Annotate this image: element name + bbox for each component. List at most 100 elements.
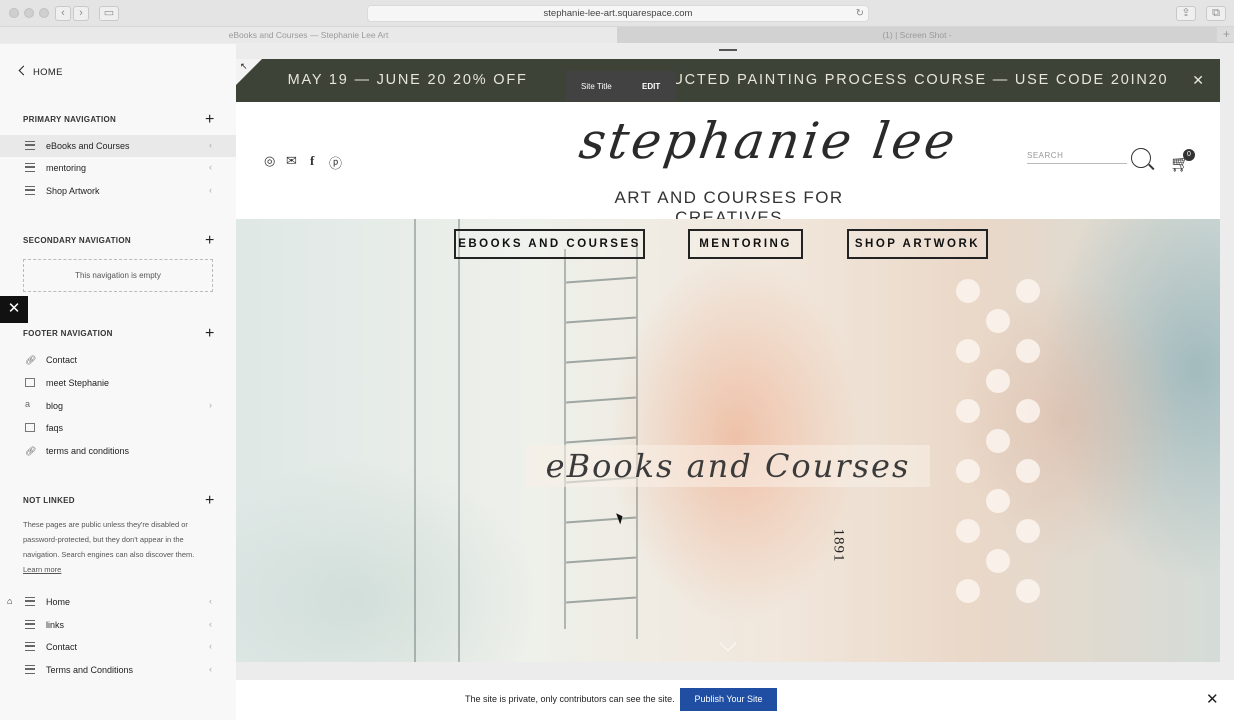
instagram-icon[interactable]: ◎ [264, 153, 275, 169]
private-site-bar: The site is private, only contributors c… [236, 680, 1234, 720]
zoom-window-button[interactable] [39, 8, 49, 18]
texture-line [566, 596, 636, 604]
close-window-button[interactable] [9, 8, 19, 18]
page-icon [25, 620, 35, 629]
nav-shop-artwork-button[interactable]: SHOP ARTWORK [847, 229, 988, 259]
link-icon: 🔗︎ [25, 355, 37, 365]
sidebar-item-contact-link[interactable]: 🔗︎ Contact [0, 349, 236, 371]
sidebar-item-label: blog [46, 401, 64, 411]
secondary-navigation-title: SECONDARY NAVIGATION [23, 236, 131, 245]
search-input[interactable]: SEARCH [1027, 151, 1127, 164]
tab-bar: eBooks and Courses — Stephanie Lee Art (… [0, 27, 1234, 43]
chevron-left-icon[interactable]: ‹ [209, 619, 212, 629]
chevron-right-icon[interactable]: › [209, 400, 212, 410]
texture-line [636, 239, 638, 639]
sidebar-item-links[interactable]: links ‹ [0, 614, 236, 636]
minimize-window-button[interactable] [24, 8, 34, 18]
hero-title-text: eBooks and Courses [525, 445, 931, 487]
preview-drag-handle[interactable] [719, 49, 737, 51]
sidebar-item-label: eBooks and Courses [46, 141, 130, 151]
chevron-left-icon[interactable]: ‹ [209, 641, 212, 651]
email-icon[interactable]: ✉ [286, 153, 297, 169]
texture-dot [1016, 339, 1040, 363]
tab-ebooks[interactable]: eBooks and Courses — Stephanie Lee Art [0, 27, 617, 43]
texture-dot [956, 279, 980, 303]
sidebar-item-label: Contact [46, 642, 78, 652]
site-title-label: Site Title [581, 82, 612, 91]
site-title-tooltip: Site Title EDIT [566, 71, 676, 101]
close-panel-button[interactable]: ✕ [0, 296, 28, 323]
chevron-left-icon[interactable]: ‹ [209, 162, 212, 172]
site-logo-script[interactable]: stephanie lee [576, 112, 961, 170]
sidebar-item-terms-and-conditions[interactable]: Terms and Conditions ‹ [0, 659, 236, 681]
sidebar-item-contact[interactable]: Contact ‹ [0, 636, 236, 658]
add-footer-page-icon[interactable]: + [205, 326, 214, 342]
address-bar[interactable]: stephanie-lee-art.squarespace.com ↻ [367, 5, 869, 22]
pinterest-icon[interactable]: ⓟ [329, 153, 342, 172]
page-icon [25, 597, 35, 606]
add-secondary-page-icon[interactable]: + [205, 233, 214, 249]
publish-site-button[interactable]: Publish Your Site [680, 688, 777, 711]
nav-mentoring-button[interactable]: MENTORING [688, 229, 803, 259]
reload-icon[interactable]: ↻ [856, 6, 864, 21]
texture-dot [1016, 399, 1040, 423]
sidebar-toggle-icon[interactable]: ▭ [99, 6, 119, 21]
back-icon[interactable]: ‹ [55, 6, 71, 21]
texture-line [566, 516, 636, 524]
chevron-left-icon[interactable]: ‹ [209, 664, 212, 674]
not-linked-description-text: These pages are public unless they're di… [23, 520, 195, 559]
chevron-left-icon[interactable]: ‹ [209, 140, 212, 150]
hero-banner: EBOOKS AND COURSES MENTORING SHOP ARTWOR… [236, 219, 1220, 662]
chevron-down-icon[interactable] [719, 634, 737, 652]
layout-page-icon [25, 378, 35, 387]
announcement-text-start: MAY 19 — JUNE 20 20% OFF [287, 72, 528, 88]
announcement-bar[interactable]: MAY 19 — JUNE 20 20% OFF NSTRUCTED PAINTI… [236, 59, 1220, 102]
sidebar-item-ebooks-and-courses[interactable]: eBooks and Courses ‹ [0, 135, 236, 157]
texture-line [566, 316, 636, 324]
texture-line [566, 436, 636, 444]
cart-count-badge: 0 [1183, 149, 1195, 161]
new-tab-icon[interactable]: + [1223, 27, 1230, 42]
learn-more-link[interactable]: Learn more [23, 565, 61, 574]
sidebar-item-blog[interactable]: a blog › [0, 395, 236, 417]
announcement-text-end: NSTRUCTED PAINTING PROCESS COURSE — USE … [625, 72, 1169, 88]
texture-dot [986, 369, 1010, 393]
page-icon [25, 665, 35, 674]
texture-dot [956, 339, 980, 363]
sidebar-item-mentoring[interactable]: mentoring ‹ [0, 157, 236, 179]
texture-dot [956, 399, 980, 423]
expand-arrow-icon[interactable]: ↖ [240, 61, 248, 72]
nav-ebooks-and-courses-button[interactable]: EBOOKS AND COURSES [454, 229, 645, 259]
texture-line [566, 276, 636, 284]
tabs-overview-icon[interactable]: ⧉ [1206, 6, 1226, 21]
add-unlinked-page-icon[interactable]: + [205, 493, 214, 509]
site-header: ◎ ✉ f ⓟ stephanie lee ART AND COURSES FO… [236, 102, 1220, 227]
forward-icon[interactable]: › [73, 6, 89, 21]
page-icon [25, 163, 35, 172]
close-icon[interactable]: ✕ [1192, 59, 1204, 102]
sidebar-item-label: Contact [46, 355, 78, 365]
search-icon[interactable] [1131, 148, 1151, 168]
sidebar-item-home[interactable]: ⌂ Home ‹ [0, 591, 236, 613]
texture-line [414, 219, 416, 662]
chevron-left-icon[interactable]: ‹ [209, 596, 212, 606]
chevron-left-icon[interactable]: ‹ [209, 185, 212, 195]
sidebar-item-faqs[interactable]: faqs [0, 417, 236, 439]
link-icon: 🔗︎ [25, 446, 37, 456]
texture-dot [1016, 279, 1040, 303]
url-text: stephanie-lee-art.squarespace.com [543, 8, 693, 19]
texture-dot [986, 549, 1010, 573]
edit-site-title-button[interactable]: EDIT [642, 82, 660, 91]
sidebar-item-terms-link[interactable]: 🔗︎ terms and conditions [0, 440, 236, 462]
close-icon[interactable]: ✕ [1206, 690, 1219, 708]
sidebar-item-meet-stephanie[interactable]: meet Stephanie [0, 372, 236, 394]
share-icon[interactable]: ⇪ [1176, 6, 1196, 21]
sidebar-item-label: Terms and Conditions [46, 665, 134, 675]
home-back-link[interactable]: HOME [18, 65, 63, 78]
add-primary-page-icon[interactable]: + [205, 112, 214, 128]
sidebar-item-shop-artwork[interactable]: Shop Artwork ‹ [0, 180, 236, 202]
tab-screenshot[interactable]: (1) | Screen Shot - [617, 27, 1217, 43]
texture-line [566, 356, 636, 364]
facebook-icon[interactable]: f [310, 153, 314, 169]
sidebar-item-label: mentoring [46, 163, 87, 173]
